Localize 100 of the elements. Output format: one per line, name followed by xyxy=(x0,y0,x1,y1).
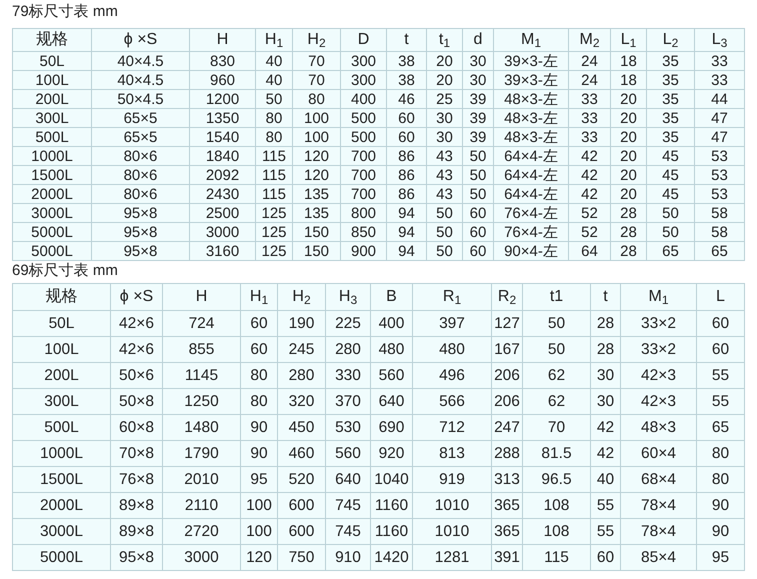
table-cell: 90 xyxy=(240,440,278,466)
table-cell: 600 xyxy=(278,492,326,518)
header-cell: t xyxy=(590,284,620,310)
table-cell: 566 xyxy=(412,388,492,414)
table-cell: 397 xyxy=(412,310,492,336)
table-cell: 64×4-左 xyxy=(494,184,568,204)
table-cell: 60 xyxy=(386,128,426,146)
table-cell: 28 xyxy=(610,222,646,242)
table-cell: 96.5 xyxy=(522,466,590,492)
table-cell: 120 xyxy=(292,166,340,184)
table-cell: 30 xyxy=(426,108,462,128)
table-cell: 90 xyxy=(696,492,744,518)
table-cell: 39×3-左 xyxy=(494,52,568,70)
table-cell: 50 xyxy=(426,242,462,260)
header-cell: H$_{1}$ xyxy=(240,284,278,310)
table-cell: 120 xyxy=(240,544,278,570)
table-cell: 313 xyxy=(492,466,522,492)
table-cell: 225 xyxy=(326,310,370,336)
table-cell: 33 xyxy=(568,128,610,146)
table-cell: 200L xyxy=(12,90,92,108)
table-cell: 33 xyxy=(694,52,744,70)
table-cell: 300 xyxy=(340,52,386,70)
table-cell: 39 xyxy=(462,128,494,146)
table-cell: 115 xyxy=(256,146,292,166)
table-cell: 89×8 xyxy=(110,492,162,518)
table-cell: 330 xyxy=(326,362,370,388)
table-cell: 70 xyxy=(522,414,590,440)
table-cell: 42 xyxy=(568,146,610,166)
table-cell: 900 xyxy=(340,242,386,260)
table-cell: 65×5 xyxy=(92,128,190,146)
table-cell: 813 xyxy=(412,440,492,466)
table-cell: 60 xyxy=(590,544,620,570)
table-cell: 78×4 xyxy=(620,518,696,544)
header-cell: D xyxy=(340,28,386,52)
table-cell: 43 xyxy=(426,184,462,204)
table-cell: 500L xyxy=(12,128,92,146)
table-cell: 745 xyxy=(326,492,370,518)
table-cell: 60 xyxy=(386,108,426,128)
table-cell: 60 xyxy=(696,336,744,362)
table-cell: 28 xyxy=(610,204,646,222)
table-cell: 206 xyxy=(492,388,522,414)
table-cell: 81.5 xyxy=(522,440,590,466)
table-cell: 1000L xyxy=(12,146,92,166)
table-cell: 45 xyxy=(646,146,694,166)
table-cell: 70×8 xyxy=(110,440,162,466)
table-cell: 1500L xyxy=(12,466,110,492)
table-cell: 94 xyxy=(386,222,426,242)
table-cell: 3160 xyxy=(190,242,256,260)
table-cell: 108 xyxy=(522,492,590,518)
table-cell: 60 xyxy=(240,310,278,336)
header-cell: M$_{1}$ xyxy=(620,284,696,310)
header-cell: H$_{3}$ xyxy=(326,284,370,310)
table-cell: 39 xyxy=(462,90,494,108)
table-cell: 20 xyxy=(610,146,646,166)
table-cell: 50 xyxy=(462,184,494,204)
table-cell: 80×6 xyxy=(92,146,190,166)
table-cell: 496 xyxy=(412,362,492,388)
table-cell: 520 xyxy=(278,466,326,492)
header-cell: B xyxy=(370,284,412,310)
table-cell: 80 xyxy=(240,388,278,414)
table-cell: 1480 xyxy=(162,414,240,440)
table-cell: 35 xyxy=(646,70,694,90)
table-cell: 400 xyxy=(340,90,386,108)
table-cell: 33 xyxy=(568,108,610,128)
table-cell: 320 xyxy=(278,388,326,414)
table-cell: 42 xyxy=(568,184,610,204)
table-cell: 640 xyxy=(326,466,370,492)
table-cell: 86 xyxy=(386,146,426,166)
table-cell: 42 xyxy=(590,440,620,466)
table-cell: 80×6 xyxy=(92,166,190,184)
table-cell: 53 xyxy=(694,166,744,184)
table-cell: 50 xyxy=(462,166,494,184)
table-cell: 55 xyxy=(696,362,744,388)
header-cell: M$_{1}$ xyxy=(494,28,568,52)
table-cell: 1350 xyxy=(190,108,256,128)
table-cell: 855 xyxy=(162,336,240,362)
table-title: 69标尺寸表 mm xyxy=(12,262,118,279)
table-cell: 95×8 xyxy=(92,204,190,222)
table-cell: 39×3-左 xyxy=(494,70,568,90)
table-cell: 5000L xyxy=(12,544,110,570)
table-cell: 60 xyxy=(462,242,494,260)
table-cell: 125 xyxy=(256,204,292,222)
table-cell: 52 xyxy=(568,222,610,242)
table-cell: 100L xyxy=(12,336,110,362)
table-cell: 65×5 xyxy=(92,108,190,128)
table-cell: 95×8 xyxy=(92,242,190,260)
table-cell: 712 xyxy=(412,414,492,440)
table-cell: 830 xyxy=(190,52,256,70)
table-cell: 24 xyxy=(568,52,610,70)
table-cell: 50 xyxy=(426,222,462,242)
table-cell: 80 xyxy=(240,362,278,388)
table-cell: 62 xyxy=(522,362,590,388)
table-cell: 125 xyxy=(256,242,292,260)
table-cell: 500L xyxy=(12,414,110,440)
table-cell: 89×8 xyxy=(110,518,162,544)
table-cell: 1500L xyxy=(12,166,92,184)
table-cell: 42×3 xyxy=(620,362,696,388)
table-cell: 50 xyxy=(646,204,694,222)
table-cell: 560 xyxy=(370,362,412,388)
table-cell: 60 xyxy=(240,336,278,362)
